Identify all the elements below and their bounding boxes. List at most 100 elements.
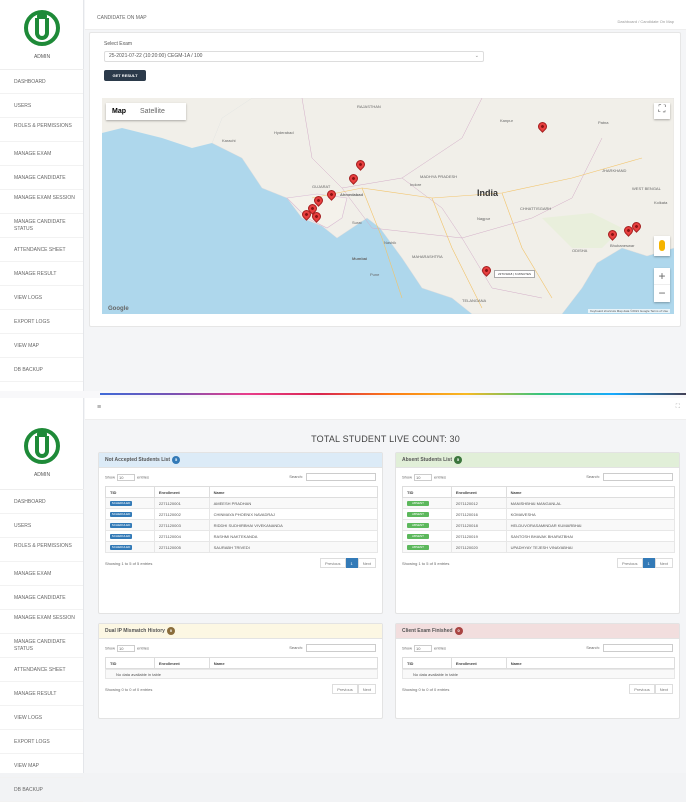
- sidebar-item-roles-permissions[interactable]: ROLES & PERMISSIONS: [0, 538, 83, 562]
- absent-col-name[interactable]: Name: [505, 486, 676, 498]
- sidebar-item-manage-exam-session[interactable]: MANAGE EXAM SESSION: [0, 610, 83, 634]
- sidebar-item-manage-exam-session[interactable]: MANAGE EXAM SESSION: [0, 190, 83, 214]
- zoom-out-button[interactable]: −: [654, 285, 670, 301]
- hamburger-menu-icon[interactable]: ≡: [97, 404, 101, 411]
- name-cell: RASHMI NAKTEKANDA: [208, 530, 379, 542]
- search-input[interactable]: [306, 644, 376, 652]
- mismatch-table-info: Showing 0 to 0 of 0 entries: [105, 687, 153, 692]
- get-result-button[interactable]: GET RESULT: [104, 70, 146, 81]
- next-page-button[interactable]: Next: [357, 558, 376, 568]
- chevron-down-icon: ⌄: [474, 53, 479, 59]
- sidebar-item-view-map[interactable]: VIEW MAP: [0, 754, 83, 778]
- enrollment-cell: 2271120005: [153, 541, 210, 553]
- absent-count-badge: 5: [454, 455, 463, 464]
- sidebar-item-users[interactable]: USERS: [0, 94, 83, 118]
- pegman-icon[interactable]: [654, 236, 670, 256]
- next-page-button[interactable]: Next: [357, 684, 376, 694]
- fullscreen-icon[interactable]: ⛶: [676, 404, 680, 411]
- sidebar-item-manage-exam[interactable]: MANAGE EXAM: [0, 562, 83, 586]
- entries-select[interactable]: 10: [117, 474, 136, 481]
- tid-cell: ABSENT: [402, 519, 452, 531]
- breadcrumb[interactable]: Dashboard / Candidate On Map: [618, 19, 674, 24]
- previous-page-button[interactable]: Previous: [319, 558, 346, 568]
- sidebar-item-manage-candidate-status[interactable]: MANAGE CANDIDATE STATUS: [0, 214, 83, 238]
- map-label-chhattisgarh: CHHATTISGARH: [520, 206, 552, 211]
- sidebar-item-roles-permissions[interactable]: ROLES & PERMISSIONS: [0, 118, 83, 142]
- not_accepted-panel-header: Not Accepted Students List 5: [99, 453, 382, 468]
- logo-cap-icon: [37, 14, 47, 19]
- pagination: Previous Next: [332, 684, 376, 694]
- not_accepted-col-tid[interactable]: TID: [105, 486, 155, 498]
- sidebar-item-attendance-sheet[interactable]: ATTENDANCE SHEET: [0, 238, 83, 262]
- sidebar-item-view-logs[interactable]: VIEW LOGS: [0, 286, 83, 310]
- status-badge: ABSENT: [407, 501, 429, 506]
- map-tab[interactable]: Map: [106, 103, 132, 120]
- previous-page-button[interactable]: Previous: [332, 684, 358, 694]
- absent-panel: Absent Students List 5 Show 10 entries Search…: [395, 452, 680, 614]
- sidebar-item-manage-result[interactable]: MANAGE RESULT: [0, 682, 83, 706]
- map-attribution[interactable]: Keyboard shortcuts Map data ©2021 Google…: [588, 309, 670, 313]
- sidebar-item-manage-candidate[interactable]: MANAGE CANDIDATE: [0, 166, 83, 190]
- sidebar-item-db-backup[interactable]: DB BACKUP: [0, 778, 83, 802]
- entries-select[interactable]: 10: [414, 474, 433, 481]
- sidebar-item-dashboard[interactable]: DASHBOARD: [0, 70, 83, 94]
- google-logo[interactable]: Google: [108, 306, 129, 312]
- absent-col-enrollment[interactable]: Enrollment: [450, 486, 507, 498]
- google-map[interactable]: Map Satellite ⛶ + − Google Keyboard shor…: [102, 98, 674, 314]
- sidebar-item-view-map[interactable]: VIEW MAP: [0, 334, 83, 358]
- sidebar-item-dashboard[interactable]: DASHBOARD: [0, 490, 83, 514]
- not_accepted-table-info: Showing 1 to 5 of 5 entries: [105, 561, 153, 566]
- zoom-in-button[interactable]: +: [654, 268, 670, 285]
- enrollment-cell: 2071120018: [450, 519, 507, 531]
- absent-table-controls: Show 10 entries Search:: [396, 468, 679, 486]
- client-col-tid[interactable]: TID: [402, 657, 452, 669]
- search-input[interactable]: [603, 473, 673, 481]
- page-1-button[interactable]: 1: [642, 558, 655, 568]
- sidebar-item-db-backup[interactable]: DB BACKUP: [0, 358, 83, 382]
- absent-panel-title: Absent Students List: [402, 457, 453, 463]
- entries-select[interactable]: 10: [117, 645, 136, 652]
- tid-cell: SCHEDULED: [105, 541, 155, 553]
- search-input[interactable]: [603, 644, 673, 652]
- absent-col-tid[interactable]: TID: [402, 486, 452, 498]
- sidebar-item-users[interactable]: USERS: [0, 514, 83, 538]
- select-exam-dropdown[interactable]: 25-2021-07-22 (10:20:00) CEGM-1A / 100 ⌄: [104, 51, 484, 62]
- client-col-enrollment[interactable]: Enrollment: [450, 657, 507, 669]
- sidebar-item-view-logs[interactable]: VIEW LOGS: [0, 706, 83, 730]
- mismatch-col-tid[interactable]: TID: [105, 657, 155, 669]
- sidebar-item-manage-exam[interactable]: MANAGE EXAM: [0, 142, 83, 166]
- enrollment-cell: 2071120019: [450, 530, 507, 542]
- table-row: ABSENT 2071120012 MANISHBHAI MANGANLAL: [402, 497, 676, 509]
- search-control: Search:: [586, 473, 673, 481]
- previous-page-button[interactable]: Previous: [629, 684, 655, 694]
- not_accepted-col-enrollment[interactable]: Enrollment: [153, 486, 210, 498]
- satellite-tab[interactable]: Satellite: [134, 103, 171, 120]
- mismatch-panel: Dual IP Mismatch History 0 Show 10 entries Se…: [98, 623, 383, 719]
- search-label: Search:: [586, 474, 600, 480]
- sidebar-item-attendance-sheet[interactable]: ATTENDANCE SHEET: [0, 658, 83, 682]
- show-label: Show: [402, 645, 413, 651]
- fullscreen-icon[interactable]: ⛶: [654, 103, 670, 119]
- map-label-nagpur: Nagpur: [477, 216, 491, 221]
- next-page-button[interactable]: Next: [654, 684, 673, 694]
- sidebar-item-manage-result[interactable]: MANAGE RESULT: [0, 262, 83, 286]
- sidebar-item-manage-candidate[interactable]: MANAGE CANDIDATE: [0, 586, 83, 610]
- mismatch-col-enrollment[interactable]: Enrollment: [153, 657, 210, 669]
- map-label-telangana: TELANGANA: [462, 298, 487, 303]
- sidebar-item-export-logs[interactable]: EXPORT LOGS: [0, 730, 83, 754]
- not_accepted-col-name[interactable]: Name: [208, 486, 379, 498]
- next-page-button[interactable]: Next: [654, 558, 673, 568]
- client-col-name[interactable]: Name: [505, 657, 676, 669]
- enrollment-cell: 2271120003: [153, 519, 210, 531]
- page-1-button[interactable]: 1: [345, 558, 358, 568]
- map-type-toggle[interactable]: Map Satellite: [106, 103, 186, 120]
- previous-page-button[interactable]: Previous: [616, 558, 643, 568]
- search-input[interactable]: [306, 473, 376, 481]
- entries-select[interactable]: 10: [414, 645, 433, 652]
- sidebar-item-export-logs[interactable]: EXPORT LOGS: [0, 310, 83, 334]
- not_accepted-count-badge: 5: [172, 455, 181, 464]
- map-label-karachi: Karachi: [222, 138, 236, 143]
- sidebar-item-manage-candidate-status[interactable]: MANAGE CANDIDATE STATUS: [0, 634, 83, 658]
- status-badge: SCHEDULED: [110, 523, 132, 528]
- mismatch-col-name[interactable]: Name: [208, 657, 379, 669]
